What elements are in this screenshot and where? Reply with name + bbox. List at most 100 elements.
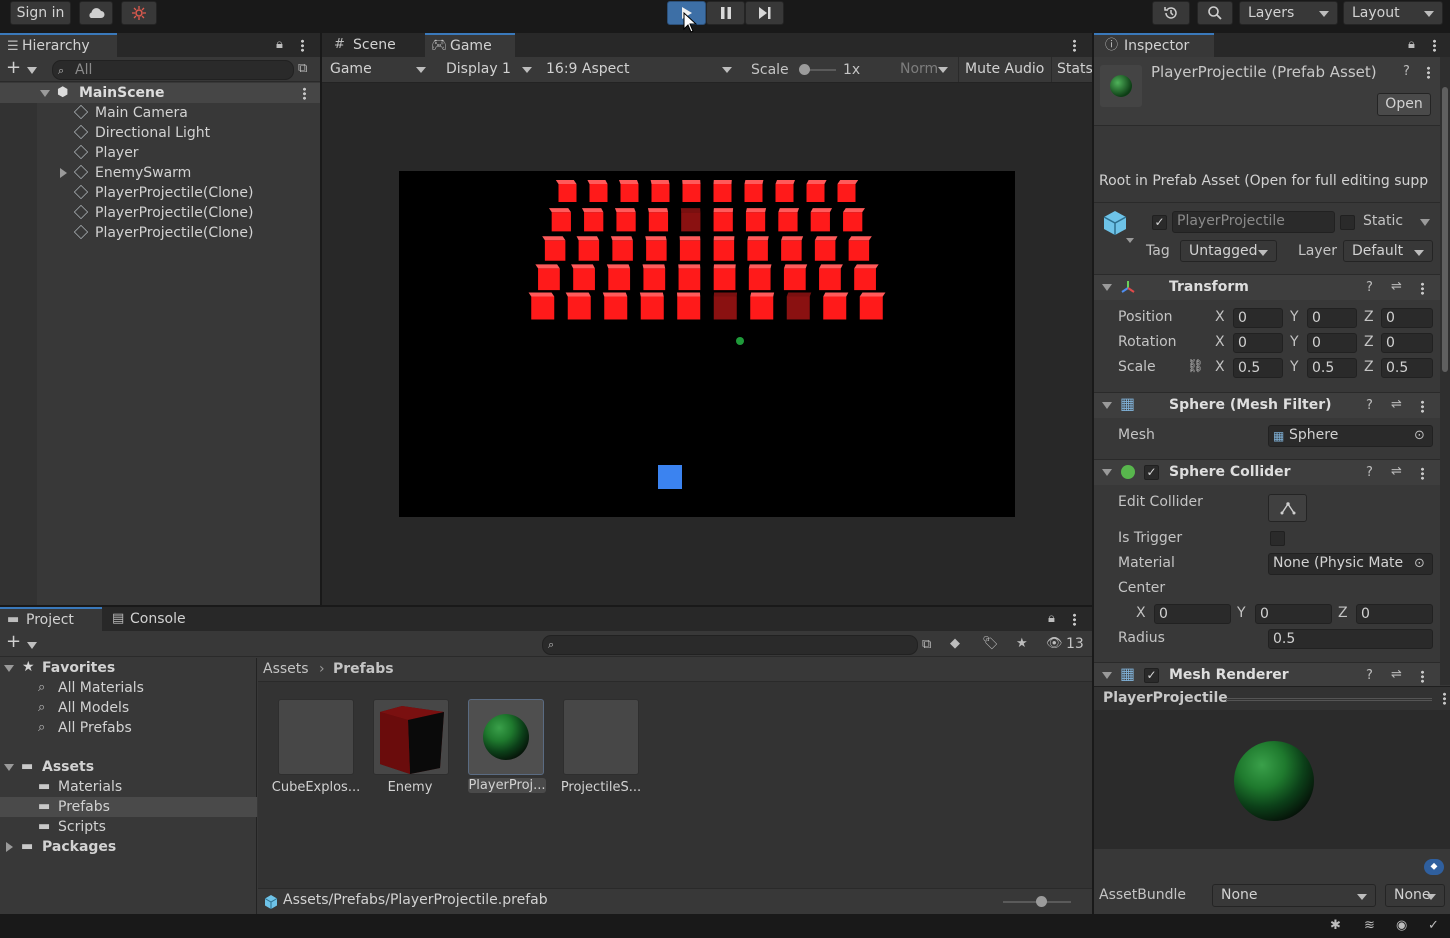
norm-dropdown[interactable]: Norm <box>892 58 956 82</box>
position-y-field[interactable]: 0 <box>1307 308 1357 328</box>
folder-materials[interactable]: Materials <box>58 777 122 797</box>
aspect-dropdown[interactable]: 16:9 Aspect <box>538 58 740 82</box>
sphere-collider-enabled-checkbox[interactable]: ✓ <box>1144 465 1159 480</box>
hierarchy-item[interactable]: EnemySwarm <box>73 163 191 183</box>
help-icon[interactable]: ? <box>1366 399 1373 413</box>
object-picker-icon[interactable]: ⊙ <box>1414 557 1425 571</box>
breadcrumb-assets[interactable]: Assets <box>263 661 309 677</box>
expand-arrow-icon[interactable] <box>4 665 14 672</box>
collapse-arrow-icon[interactable] <box>1102 402 1112 409</box>
filter-type-icon[interactable]: ◆ <box>950 637 960 651</box>
check-icon[interactable]: ✓ <box>1428 919 1439 933</box>
hierarchy-item[interactable]: Main Camera <box>73 103 188 123</box>
thumbnail-size-handle[interactable] <box>1036 896 1047 907</box>
step-button[interactable] <box>745 1 784 25</box>
asset-tile[interactable] <box>563 699 639 775</box>
hierarchy-item[interactable]: PlayerProjectile(Clone) <box>73 203 254 223</box>
scale-x-field[interactable]: 0.5 <box>1233 358 1283 378</box>
edit-collider-button[interactable] <box>1268 494 1307 522</box>
pause-button[interactable] <box>706 1 745 25</box>
mesh-renderer-header[interactable]: ▦ ✓ Mesh Renderer ? ⇌ <box>1094 662 1440 686</box>
label-icon[interactable]: 🏷︎ <box>982 637 999 651</box>
collapse-arrow-icon[interactable] <box>1102 469 1112 476</box>
lock-icon[interactable]: 🔒︎ <box>1408 38 1415 52</box>
help-icon[interactable]: ? <box>1366 669 1373 683</box>
add-icon[interactable]: + <box>6 633 21 651</box>
history-button[interactable] <box>1152 1 1190 25</box>
prefab-icon-dropdown[interactable] <box>1126 238 1134 243</box>
rotation-z-field[interactable]: 0 <box>1381 333 1433 353</box>
more-menu-icon[interactable] <box>1073 613 1076 626</box>
layers-dropdown[interactable]: Layers <box>1239 1 1338 25</box>
preset-icon[interactable]: ⇌ <box>1391 280 1402 294</box>
tab-project[interactable]: ▬ Project <box>0 607 102 631</box>
open-button[interactable]: Open <box>1377 93 1431 116</box>
hierarchy-item[interactable]: PlayerProjectile(Clone) <box>73 223 254 243</box>
lock-icon[interactable]: 🔒︎ <box>276 38 283 52</box>
asset-menu-icon[interactable] <box>1427 66 1430 79</box>
more-menu-icon[interactable] <box>301 39 304 52</box>
assetbundle-dropdown[interactable]: None <box>1212 884 1376 907</box>
material-field[interactable]: None (Physic Mate <box>1268 553 1433 575</box>
constrain-proportions-icon[interactable]: ⛓︎ <box>1187 360 1204 374</box>
display-dropdown[interactable]: Display 1 <box>438 58 540 82</box>
layout-dropdown[interactable]: Layout <box>1343 1 1443 25</box>
scrollbar-thumb[interactable] <box>1442 87 1448 372</box>
layer-dropdown[interactable]: Default <box>1343 240 1433 262</box>
preset-icon[interactable]: ⇌ <box>1391 465 1402 479</box>
hierarchy-search-input[interactable]: All <box>52 60 294 80</box>
folder-prefabs[interactable]: Prefabs <box>58 797 110 817</box>
scene-row[interactable]: ⬢ MainScene <box>0 83 320 103</box>
hierarchy-item[interactable]: PlayerProjectile(Clone) <box>73 183 254 203</box>
scene-visibility-icon[interactable]: ⧉ <box>298 62 307 76</box>
scale-slider-handle[interactable] <box>799 64 810 75</box>
position-z-field[interactable]: 0 <box>1381 308 1433 328</box>
assets-folder[interactable]: Assets <box>42 757 94 777</box>
expand-arrow-icon[interactable] <box>6 842 13 852</box>
asset-tile[interactable] <box>373 699 449 775</box>
favorite-all-materials[interactable]: All Materials <box>58 678 144 698</box>
asset-tile-selected[interactable] <box>468 699 544 775</box>
tab-hierarchy[interactable]: ☰ Hierarchy <box>0 33 117 57</box>
collapse-arrow-icon[interactable] <box>1102 672 1112 679</box>
radius-field[interactable]: 0.5 <box>1268 629 1433 649</box>
collab-button[interactable] <box>121 1 157 25</box>
mesh-field[interactable]: Sphere <box>1268 425 1433 447</box>
cloud-button[interactable] <box>79 1 113 25</box>
mute-audio-toggle[interactable]: Mute Audio <box>958 57 1052 82</box>
assetbundle-variant-dropdown[interactable]: None <box>1385 884 1445 907</box>
debug-icon[interactable]: ✱ <box>1330 919 1341 933</box>
more-menu-icon[interactable] <box>1433 39 1436 52</box>
favorite-star-icon[interactable]: ★ <box>1016 637 1028 651</box>
tag-icon[interactable]: ⬥ <box>1424 859 1444 875</box>
add-dropdown-icon[interactable] <box>27 642 37 649</box>
inspector-scrollbar[interactable] <box>1440 57 1450 685</box>
asset-tile[interactable] <box>278 699 354 775</box>
expand-arrow-icon[interactable] <box>40 90 50 97</box>
sign-in-button[interactable]: Sign in <box>10 1 71 25</box>
help-icon[interactable]: ? <box>1366 281 1373 295</box>
breadcrumb-prefabs[interactable]: Prefabs <box>333 661 394 677</box>
hidden-packages-icon[interactable]: 👁︎ <box>1046 637 1063 651</box>
help-icon[interactable]: ? <box>1366 466 1373 480</box>
position-x-field[interactable]: 0 <box>1233 308 1283 328</box>
mesh-filter-header[interactable]: ▦ Sphere (Mesh Filter) ? ⇌ <box>1094 392 1440 418</box>
preview-menu-icon[interactable] <box>1443 692 1446 705</box>
component-menu-icon[interactable] <box>1421 670 1424 683</box>
stats-toggle[interactable]: Stats <box>1057 57 1092 82</box>
tab-console[interactable]: ▤ Console <box>104 607 200 631</box>
preview-drag-handle[interactable] <box>1226 698 1432 701</box>
static-checkbox[interactable] <box>1340 215 1355 230</box>
tag-dropdown[interactable]: Untagged <box>1180 240 1277 262</box>
favorite-all-prefabs[interactable]: All Prefabs <box>58 718 132 738</box>
favorites-label[interactable]: Favorites <box>42 658 115 678</box>
lock-icon[interactable]: 🔒︎ <box>1048 612 1055 626</box>
scene-menu-icon[interactable] <box>303 87 306 100</box>
component-menu-icon[interactable] <box>1421 400 1424 413</box>
scale-z-field[interactable]: 0.5 <box>1381 358 1433 378</box>
project-search-input[interactable] <box>542 635 918 655</box>
component-menu-icon[interactable] <box>1421 282 1424 295</box>
rotation-y-field[interactable]: 0 <box>1307 333 1357 353</box>
hierarchy-item[interactable]: Directional Light <box>73 123 210 143</box>
search-button[interactable] <box>1197 1 1233 25</box>
